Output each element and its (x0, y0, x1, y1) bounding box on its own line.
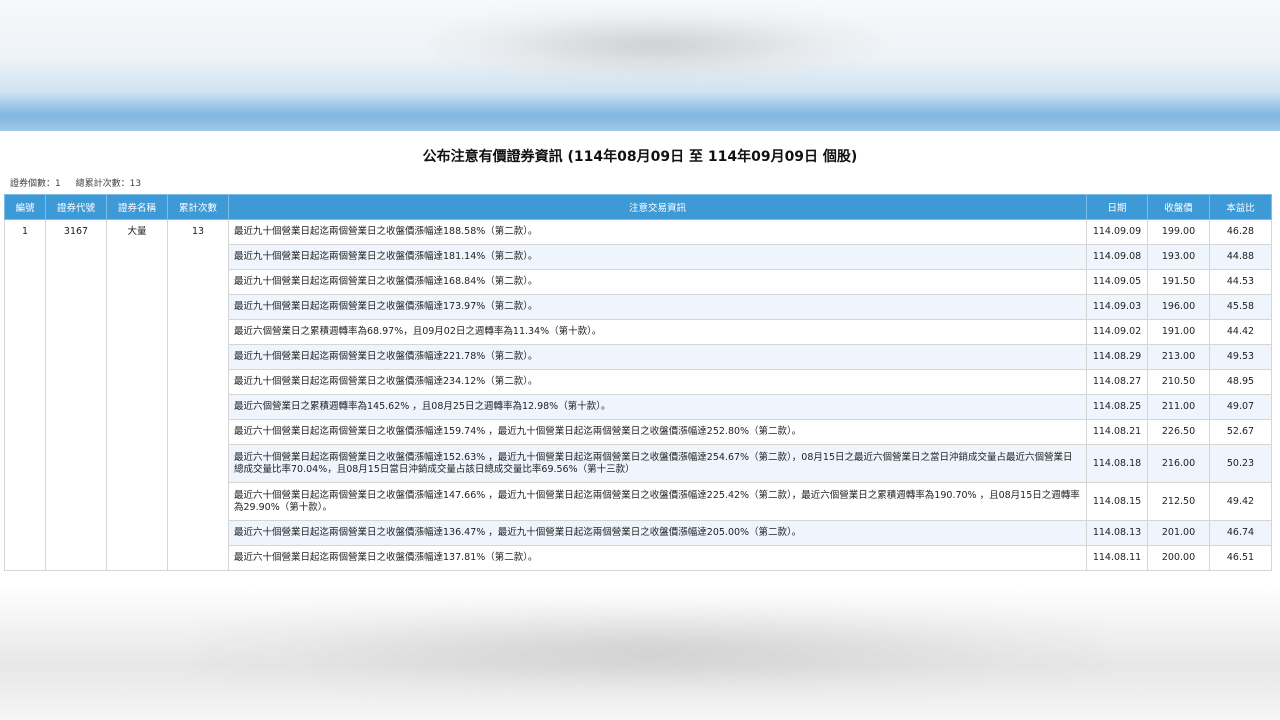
cell-info: 最近九十個營業日起迄兩個營業日之收盤價漲幅達234.12%（第二款）。 (228, 369, 1087, 395)
header-pe: 本益比 (1209, 194, 1272, 220)
blurred-footer-content (200, 605, 1100, 695)
cell-info: 最近九十個營業日起迄兩個營業日之收盤價漲幅達168.84%（第二款）。 (228, 269, 1087, 295)
summary-bar: 證券個數：1 總累計次數：13 (10, 176, 153, 189)
cell-date: 114.09.05 (1086, 269, 1148, 295)
cell-info: 最近六十個營業日起迄兩個營業日之收盤價漲幅達137.81%（第二款）。 (228, 545, 1087, 571)
security-count: 證券個數：1 (10, 179, 61, 189)
cell-pe: 50.23 (1209, 444, 1272, 483)
security-code: 3167 (45, 219, 107, 571)
cell-close: 226.50 (1147, 419, 1210, 445)
cell-close: 191.50 (1147, 269, 1210, 295)
cell-close: 200.00 (1147, 545, 1210, 571)
cell-close: 193.00 (1147, 244, 1210, 270)
cell-pe: 49.42 (1209, 482, 1272, 521)
cell-info: 最近九十個營業日起迄兩個營業日之收盤價漲幅達181.14%（第二款）。 (228, 244, 1087, 270)
cell-pe: 45.58 (1209, 294, 1272, 320)
cell-close: 213.00 (1147, 344, 1210, 370)
blurred-banner-logo (430, 10, 880, 80)
cell-date: 114.09.02 (1086, 319, 1148, 345)
notice-table: 編號 證券代號 證券名稱 累計次數 注意交易資訊 日期 收盤價 本益比 1 316… (4, 194, 1272, 571)
table-header-row: 編號 證券代號 證券名稱 累計次數 注意交易資訊 日期 收盤價 本益比 (4, 194, 1272, 220)
cell-info: 最近六十個營業日起迄兩個營業日之收盤價漲幅達152.63% ，最近九十個營業日起… (228, 444, 1087, 483)
cell-pe: 52.67 (1209, 419, 1272, 445)
blurred-footer (0, 585, 1280, 720)
cell-pe: 49.53 (1209, 344, 1272, 370)
cell-close: 196.00 (1147, 294, 1210, 320)
cell-date: 114.09.03 (1086, 294, 1148, 320)
cell-pe: 44.88 (1209, 244, 1272, 270)
cell-date: 114.08.18 (1086, 444, 1148, 483)
cell-date: 114.08.29 (1086, 344, 1148, 370)
header-close: 收盤價 (1147, 194, 1210, 220)
cell-info: 最近九十個營業日起迄兩個營業日之收盤價漲幅達173.97%（第二款）。 (228, 294, 1087, 320)
cell-date: 114.08.25 (1086, 394, 1148, 420)
cell-date: 114.08.13 (1086, 520, 1148, 546)
cell-info: 最近六個營業日之累積週轉率為145.62% ，且08月25日之週轉率為12.98… (228, 394, 1087, 420)
cell-date: 114.08.11 (1086, 545, 1148, 571)
table-body: 1 3167 大量 13 最近九十個營業日起迄兩個營業日之收盤價漲幅達188.58%（第… (4, 219, 1272, 571)
cell-pe: 46.28 (1209, 219, 1272, 245)
cell-close: 199.00 (1147, 219, 1210, 245)
cell-pe: 44.42 (1209, 319, 1272, 345)
cell-close: 191.00 (1147, 319, 1210, 345)
security-no: 1 (4, 219, 46, 571)
cell-date: 114.08.21 (1086, 419, 1148, 445)
cell-date: 114.09.09 (1086, 219, 1148, 245)
cell-close: 216.00 (1147, 444, 1210, 483)
blurred-header-banner (0, 0, 1280, 131)
cell-date: 114.08.15 (1086, 482, 1148, 521)
cell-close: 211.00 (1147, 394, 1210, 420)
page-title: 公布注意有價證券資訊 (114年08月09日 至 114年09月09日 個股) (422, 149, 858, 165)
header-no: 編號 (4, 194, 46, 220)
cell-close: 210.50 (1147, 369, 1210, 395)
cell-info: 最近六十個營業日起迄兩個營業日之收盤價漲幅達147.66% ，最近九十個營業日起… (228, 482, 1087, 521)
cell-date: 114.09.08 (1086, 244, 1148, 270)
cell-pe: 46.74 (1209, 520, 1272, 546)
header-info: 注意交易資訊 (228, 194, 1087, 220)
cell-info: 最近六個營業日之累積週轉率為68.97%，且09月02日之週轉率為11.34%（… (228, 319, 1087, 345)
total-cumulative-count: 總累計次數：13 (75, 179, 142, 189)
cell-pe: 49.07 (1209, 394, 1272, 420)
header-cumulative: 累計次數 (167, 194, 229, 220)
security-cumulative: 13 (167, 219, 229, 571)
cell-info: 最近九十個營業日起迄兩個營業日之收盤價漲幅達188.58%（第二款）。 (228, 219, 1087, 245)
cell-pe: 48.95 (1209, 369, 1272, 395)
table-row: 1 3167 大量 13 最近九十個營業日起迄兩個營業日之收盤價漲幅達188.58%（第… (4, 219, 1272, 571)
cell-date: 114.08.27 (1086, 369, 1148, 395)
header-date: 日期 (1086, 194, 1148, 220)
cell-info: 最近六十個營業日起迄兩個營業日之收盤價漲幅達159.74% ，最近九十個營業日起… (228, 419, 1087, 445)
header-code: 證券代號 (45, 194, 107, 220)
header-name: 證券名稱 (106, 194, 168, 220)
cell-close: 201.00 (1147, 520, 1210, 546)
cell-pe: 46.51 (1209, 545, 1272, 571)
cell-info: 最近六十個營業日起迄兩個營業日之收盤價漲幅達136.47% ，最近九十個營業日起… (228, 520, 1087, 546)
security-name: 大量 (106, 219, 168, 571)
cell-info: 最近九十個營業日起迄兩個營業日之收盤價漲幅達221.78%（第二款）。 (228, 344, 1087, 370)
cell-close: 212.50 (1147, 482, 1210, 521)
cell-pe: 44.53 (1209, 269, 1272, 295)
